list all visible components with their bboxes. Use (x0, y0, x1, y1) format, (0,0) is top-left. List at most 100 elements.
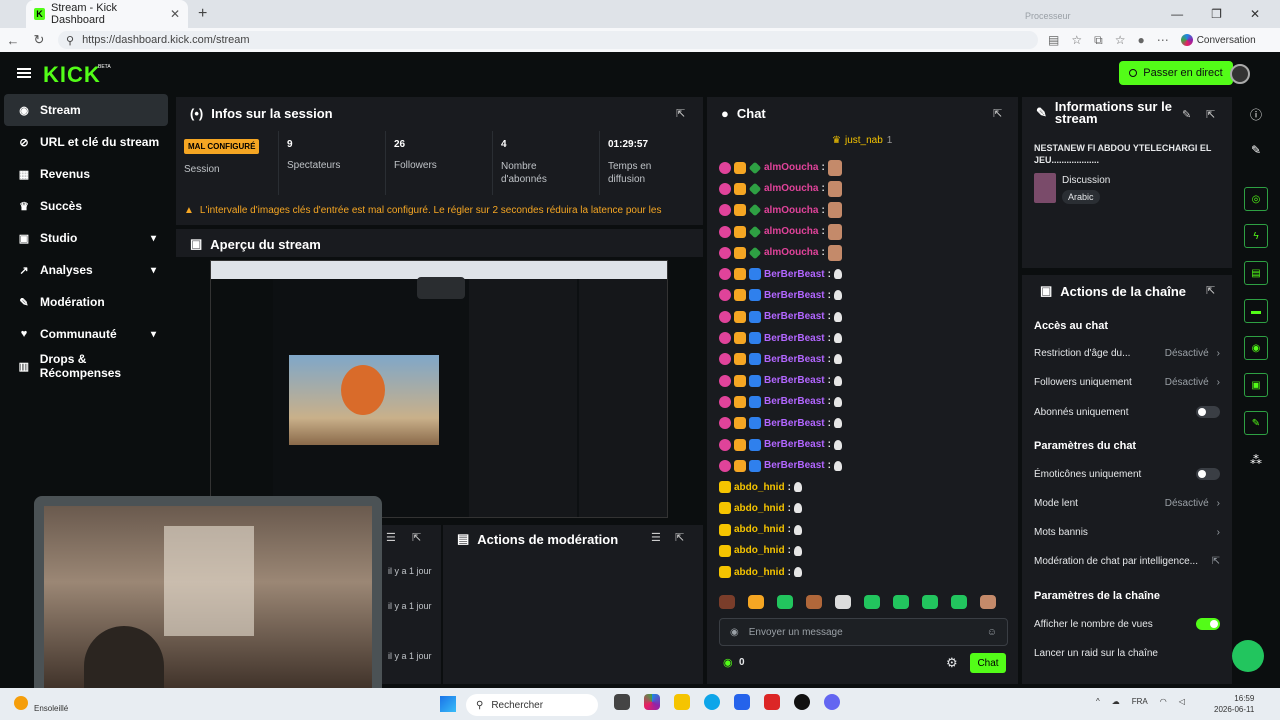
emote-icon[interactable] (835, 595, 851, 609)
go-live-button[interactable]: Passer en direct (1119, 61, 1233, 85)
chat-message[interactable]: almOoucha: (719, 178, 1009, 199)
slow-mode-row[interactable]: Mode lent Désactivé › (1034, 498, 1220, 509)
chat-username[interactable]: almOoucha (764, 183, 818, 194)
chat-message[interactable]: abdo_hnid: (719, 476, 1009, 497)
chat-username[interactable]: BerBerBeast (764, 311, 825, 322)
chat-message[interactable]: almOoucha: (719, 157, 1009, 178)
more-icon[interactable]: ⋯ (1157, 33, 1169, 47)
gear-icon[interactable]: ⚙ (946, 655, 958, 671)
sidebar-item-stream[interactable]: ◉ Stream (4, 94, 168, 126)
chat-username[interactable]: BerBerBeast (764, 290, 825, 301)
raid-row[interactable]: Lancer un raid sur la chaîne (1034, 648, 1220, 659)
popout-icon[interactable]: ⇱ (675, 531, 684, 544)
copilot-conversation-button[interactable]: Conversation (1180, 34, 1256, 46)
pinned-user[interactable]: ♛ just_nab 1 (832, 135, 892, 146)
collections-icon[interactable]: ☆ (1115, 33, 1126, 47)
profile-icon[interactable]: ● (1137, 33, 1144, 47)
chat-username[interactable]: BerBerBeast (764, 396, 825, 407)
windows-start-icon[interactable] (440, 696, 456, 712)
wrench-icon[interactable]: ✎ (1244, 411, 1268, 435)
tag-badge[interactable]: Arabic (1062, 190, 1100, 204)
discord-icon[interactable] (824, 694, 840, 710)
followers-only-row[interactable]: Followers uniquement Désactivé › (1034, 377, 1220, 388)
taskbar-search[interactable]: ⚲ Rechercher (466, 694, 598, 716)
document-icon[interactable]: ▤ (1244, 261, 1268, 285)
chat-message[interactable]: abdo_hnid: (719, 498, 1009, 519)
category-name[interactable]: Discussion (1062, 175, 1110, 186)
favorite-star-icon[interactable]: ☆ (1071, 33, 1082, 47)
sidebar-item-drops[interactable]: ▥ Drops & Récompenses (4, 350, 168, 382)
chat-username[interactable]: almOoucha (764, 247, 818, 258)
lightning-icon[interactable]: ϟ (1244, 224, 1268, 248)
emote-icon[interactable] (864, 595, 880, 609)
info-icon[interactable]: ⓘ (1244, 102, 1268, 126)
chat-message[interactable]: abdo_hnid: (719, 540, 1009, 561)
chat-username[interactable]: abdo_hnid (734, 482, 785, 493)
chat-message[interactable]: BerBerBeast: (719, 455, 1009, 476)
chat-username[interactable]: BerBerBeast (764, 333, 825, 344)
chat-username[interactable]: BerBerBeast (764, 418, 825, 429)
stream-preview[interactable] (210, 260, 668, 518)
sidebar-item-studio[interactable]: ▣ Studio ▾ (4, 222, 168, 254)
sidebar-item-community[interactable]: ♥ Communauté ▾ (4, 318, 168, 350)
language-label[interactable]: FRA (1132, 697, 1148, 706)
obs-icon[interactable] (794, 694, 810, 710)
close-window-icon[interactable]: ✕ (1250, 7, 1260, 21)
wifi-icon[interactable]: ◠ (1160, 697, 1167, 706)
emote-icon[interactable] (719, 595, 735, 609)
chat-message[interactable]: almOoucha: (719, 242, 1009, 263)
edge-icon[interactable] (704, 694, 720, 710)
chat-message[interactable]: BerBerBeast: (719, 327, 1009, 348)
copilot-icon[interactable] (644, 694, 660, 710)
weather-icon[interactable] (14, 696, 28, 710)
chevron-up-icon[interactable]: ^ (1096, 697, 1100, 706)
age-restriction-row[interactable]: Restriction d'âge du... Désactivé › (1034, 348, 1220, 359)
popout-icon[interactable]: ⇱ (676, 107, 685, 120)
emote-icon[interactable] (893, 595, 909, 609)
emoji-icon[interactable]: ☺ (987, 627, 997, 638)
filter-icon[interactable]: ☰ (651, 531, 661, 544)
sidebar-item-achievements[interactable]: ♛ Succès (4, 190, 168, 222)
close-tab-icon[interactable]: ✕ (170, 7, 180, 21)
apps-icon[interactable]: ⁂ (1244, 448, 1268, 472)
url-field[interactable]: ⚲ https://dashboard.kick.com/stream (58, 31, 1038, 49)
chat-message[interactable]: BerBerBeast: (719, 434, 1009, 455)
chat-message[interactable]: abdo_hnid: (719, 562, 1009, 583)
user-avatar[interactable] (1230, 64, 1250, 84)
browser-tab[interactable]: K Stream - Kick Dashboard ✕ (26, 0, 188, 28)
minimize-icon[interactable]: — (1171, 7, 1183, 21)
back-icon[interactable]: ← (0, 33, 26, 48)
kick-logo[interactable]: KICK (43, 62, 101, 88)
popout-icon[interactable]: ⇱ (993, 107, 1002, 120)
chat-message[interactable]: BerBerBeast: (719, 263, 1009, 284)
help-button[interactable] (1232, 640, 1264, 672)
emote-icon[interactable] (777, 595, 793, 609)
popout-icon[interactable]: ⇱ (1206, 108, 1215, 121)
chat-username[interactable]: almOoucha (764, 162, 818, 173)
chat-username[interactable]: abdo_hnid (734, 545, 785, 556)
ai-moderation-row[interactable]: Modération de chat par intelligence... ⇱ (1034, 556, 1220, 567)
cloud-icon[interactable]: ☁ (1112, 697, 1120, 706)
edit-icon[interactable]: ✎ (1182, 108, 1191, 121)
chat-username[interactable]: BerBerBeast (764, 354, 825, 365)
chat-message[interactable]: BerBerBeast: (719, 285, 1009, 306)
sidebar-item-revenue[interactable]: ▦ Revenus (4, 158, 168, 190)
chat-username[interactable]: BerBerBeast (764, 439, 825, 450)
sidebar-item-url-key[interactable]: ⊘ URL et clé du stream (4, 126, 168, 158)
reader-icon[interactable]: ▤ (1048, 33, 1059, 47)
sidebar-item-analytics[interactable]: ↗ Analyses ▾ (4, 254, 168, 286)
show-views-toggle[interactable] (1196, 618, 1220, 630)
subs-only-toggle[interactable] (1196, 406, 1220, 418)
preview-controls[interactable] (417, 277, 465, 299)
chat-message[interactable]: BerBerBeast: (719, 349, 1009, 370)
edit-icon[interactable]: ✎ (1244, 138, 1268, 162)
folder-icon[interactable] (674, 694, 690, 710)
emote-icon[interactable] (951, 595, 967, 609)
menu-icon[interactable] (17, 68, 31, 78)
chat-message[interactable]: BerBerBeast: (719, 306, 1009, 327)
filter-icon[interactable]: ☰ (386, 531, 396, 544)
chat-message[interactable]: BerBerBeast: (719, 391, 1009, 412)
site-info-icon[interactable]: ⚲ (66, 34, 74, 47)
emote-icon[interactable] (806, 595, 822, 609)
banned-words-row[interactable]: Mots bannis › (1034, 527, 1220, 538)
